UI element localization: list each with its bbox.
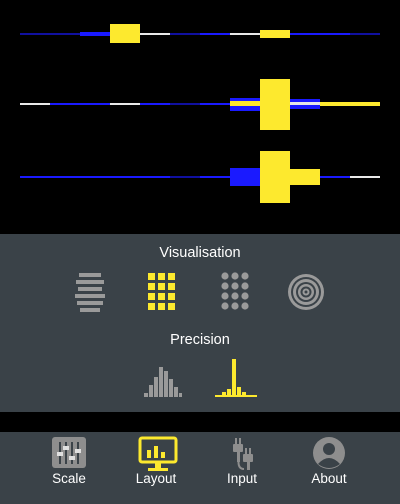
level-segment xyxy=(80,103,110,105)
level-segment xyxy=(290,33,320,35)
level-segment xyxy=(50,176,80,178)
level-segment-highlight xyxy=(230,101,260,106)
level-segment xyxy=(20,103,50,105)
tab-input[interactable]: Input xyxy=(202,432,282,504)
level-segment xyxy=(110,176,140,178)
level-rows xyxy=(20,24,380,203)
level-segment xyxy=(20,176,50,178)
concentric-circles-icon[interactable] xyxy=(286,271,326,313)
settings-panel: Visualisation Precision xyxy=(0,234,400,412)
level-segment xyxy=(200,176,230,178)
peak-segment xyxy=(260,79,290,130)
grid-squares-icon[interactable] xyxy=(145,271,179,313)
level-segment xyxy=(140,33,170,35)
level-segment xyxy=(140,103,170,105)
level-row-2 xyxy=(20,79,380,130)
audio-plugs-icon xyxy=(233,438,253,470)
peak-segment xyxy=(260,151,290,203)
level-segment xyxy=(80,176,110,178)
monitor-chart-icon xyxy=(138,436,178,471)
tab-label: Scale xyxy=(52,471,86,486)
tab-label: Input xyxy=(226,471,258,486)
level-segment xyxy=(320,102,350,106)
level-segment xyxy=(320,176,350,178)
level-segment xyxy=(200,103,230,105)
level-segment xyxy=(50,103,80,105)
visualisation-title: Visualisation xyxy=(159,245,241,261)
peak-segment xyxy=(110,24,140,43)
wide-histogram-icon[interactable] xyxy=(142,357,184,399)
tab-bar: Scale Layout Input About xyxy=(0,432,400,504)
level-segment xyxy=(230,168,260,186)
tab-about[interactable]: About xyxy=(289,432,369,504)
precision-title: Precision xyxy=(170,332,230,348)
level-segment xyxy=(80,32,110,36)
user-circle-icon xyxy=(313,437,345,469)
visualisation-display xyxy=(0,0,400,234)
tab-label: Layout xyxy=(135,471,177,486)
stacked-bars-icon[interactable] xyxy=(73,271,107,313)
level-segment xyxy=(260,30,290,38)
level-segment xyxy=(350,102,380,106)
level-segment xyxy=(230,33,260,35)
level-segment xyxy=(290,169,320,185)
panel-divider xyxy=(0,412,400,432)
sliders-icon xyxy=(52,437,86,468)
tab-layout[interactable]: Layout xyxy=(116,432,196,504)
level-segment xyxy=(320,33,350,35)
level-segment xyxy=(200,33,230,35)
level-row-1 xyxy=(20,24,380,43)
level-segment xyxy=(110,103,140,105)
level-segment-highlight xyxy=(290,102,320,105)
dot-grid-icon[interactable] xyxy=(218,271,252,313)
level-row-3 xyxy=(20,151,380,203)
tab-label: About xyxy=(311,471,347,486)
tab-scale[interactable]: Scale xyxy=(29,432,109,504)
level-segment xyxy=(350,176,380,178)
narrow-histogram-icon[interactable] xyxy=(214,357,258,399)
level-segment xyxy=(140,176,170,178)
